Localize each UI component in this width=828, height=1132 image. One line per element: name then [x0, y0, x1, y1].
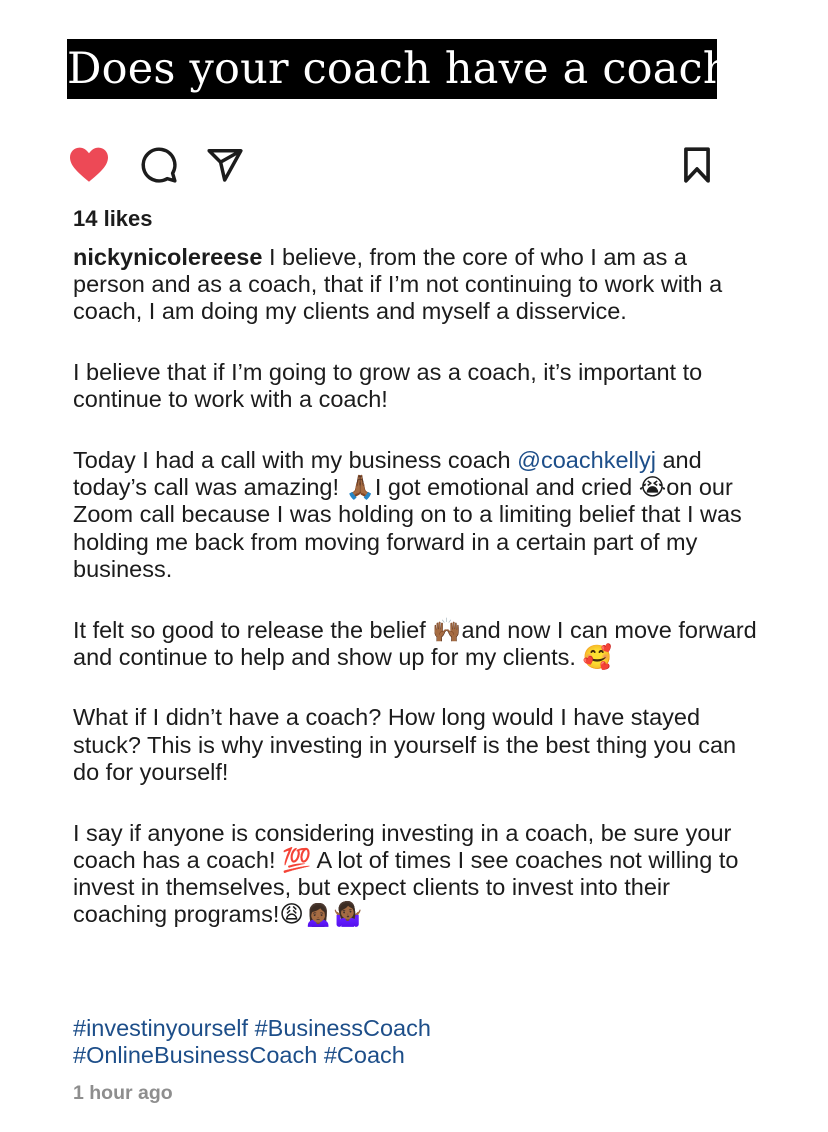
crying-face-emoji: 😭	[638, 473, 667, 502]
caption-text: Today I had a call with my business coac…	[73, 447, 518, 474]
hashtag-link[interactable]: #Coach	[324, 1042, 405, 1068]
post-action-bar	[68, 143, 718, 187]
like-count[interactable]: 14 likes	[73, 206, 153, 232]
post-timestamp: 1 hour ago	[73, 1082, 173, 1104]
hashtag-list: #investinyourself #BusinessCoach #Online…	[73, 1015, 763, 1069]
caption-paragraph-3: Today I had a call with my business coac…	[73, 447, 763, 583]
hundred-points-emoji: 💯	[282, 845, 312, 874]
hashtag-link[interactable]: #OnlineBusinessCoach	[73, 1042, 317, 1068]
caption-text: It felt so good to release the belief	[73, 616, 433, 643]
caption-paragraph-6: I say if anyone is considering investing…	[73, 820, 763, 929]
hashtag-link[interactable]: #investinyourself	[73, 1015, 248, 1041]
caption-paragraph-1: nickynicolereese I believe, from the cor…	[73, 244, 763, 326]
caption-paragraph-5: What if I didn’t have a coach? How long …	[73, 704, 737, 785]
caption-text: I got emotional and cried	[374, 474, 639, 501]
post-title-banner: Does your coach have a coach?	[67, 39, 754, 99]
author-username[interactable]: nickynicolereese	[73, 244, 262, 270]
raised-hands-emoji: 🙌🏾	[432, 615, 462, 644]
mention-link[interactable]: @coachkellyj	[517, 447, 656, 473]
caption-paragraph-4: It felt so good to release the belief 🙌🏾…	[73, 615, 763, 671]
post-caption: nickynicolereese I believe, from the cor…	[73, 244, 763, 962]
praying-hands-emoji: 🙏🏾	[345, 473, 375, 502]
smiling-hearts-emoji: 🥰	[582, 642, 612, 671]
hashtag-link[interactable]: #BusinessCoach	[255, 1015, 431, 1041]
heart-icon[interactable]	[68, 145, 110, 183]
send-icon[interactable]	[205, 146, 245, 184]
comment-icon[interactable]	[140, 146, 178, 184]
weary-shrug-emoji: 😩🙍🏾‍♀️🤷🏾‍♀️	[279, 900, 363, 929]
bookmark-icon[interactable]	[680, 146, 714, 184]
caption-paragraph-2: I believe that if I’m going to grow as a…	[73, 359, 703, 413]
